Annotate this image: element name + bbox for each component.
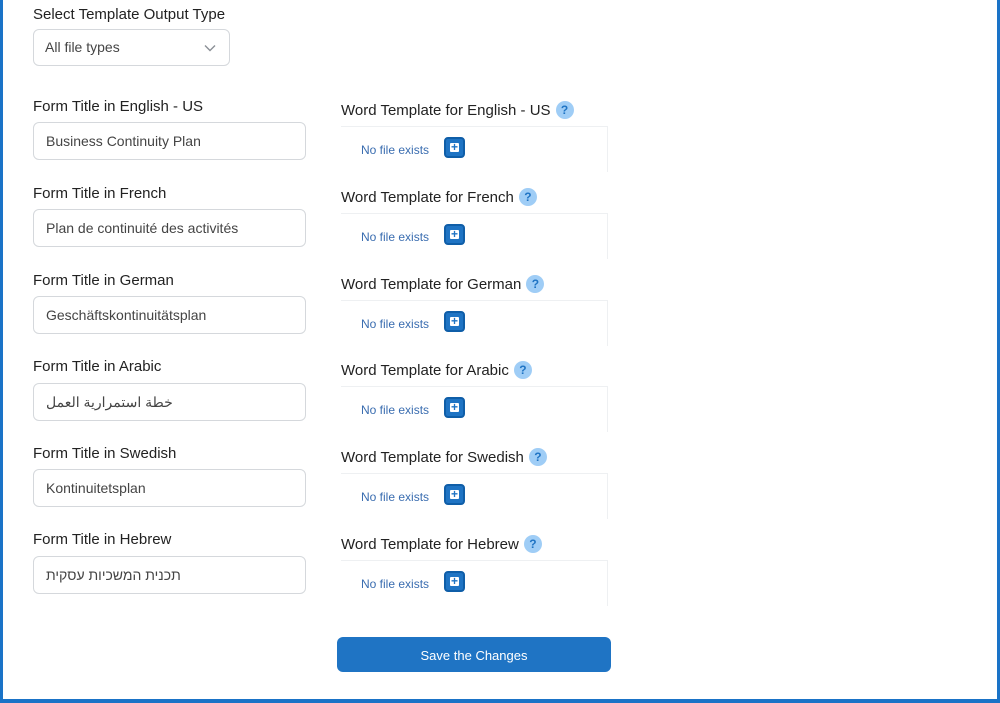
chevron-down-icon [204, 45, 216, 52]
help-icon[interactable]: ? [528, 448, 547, 466]
plus-icon: + [450, 140, 458, 154]
file-status: No file exists [361, 577, 430, 591]
add-file-button[interactable]: + [444, 571, 465, 592]
title-input-arabic[interactable]: خطة استمرارية العمل [33, 383, 306, 421]
add-file-button[interactable]: + [444, 484, 465, 505]
add-file-button[interactable]: + [444, 224, 465, 245]
file-status: No file exists [361, 317, 430, 331]
add-file-button[interactable]: + [444, 311, 465, 332]
word-label-french: Word Template for French ? [341, 188, 537, 206]
title-label-swedish: Form Title in Swedish [33, 445, 177, 462]
help-icon[interactable]: ? [526, 275, 545, 293]
output-type-value: All file types [45, 39, 120, 55]
word-label-swedish: Word Template for Swedish ? [341, 448, 547, 466]
file-status: No file exists [361, 143, 430, 157]
word-label-english-us: Word Template for English - US ? [341, 101, 574, 119]
add-file-button[interactable]: + [444, 137, 465, 158]
word-label-arabic: Word Template for Arabic ? [341, 361, 532, 379]
plus-icon: + [450, 314, 458, 328]
file-status: No file exists [361, 230, 430, 244]
title-label-arabic: Form Title in Arabic [33, 358, 162, 375]
file-status: No file exists [361, 490, 430, 504]
title-input-german[interactable]: Geschäftskontinuitätsplan [33, 296, 306, 334]
save-changes-button[interactable]: Save the Changes [337, 637, 611, 672]
plus-icon: + [450, 574, 458, 588]
title-input-hebrew[interactable]: תכנית המשכיות עסקית [33, 556, 306, 594]
help-icon[interactable]: ? [518, 188, 537, 206]
title-label-german: Form Title in German [33, 272, 174, 289]
word-label-german: Word Template for German ? [341, 275, 545, 293]
help-icon[interactable]: ? [523, 535, 542, 553]
help-icon[interactable]: ? [513, 361, 532, 379]
add-file-button[interactable]: + [444, 397, 465, 418]
title-label-hebrew: Form Title in Hebrew [33, 531, 172, 548]
output-type-label: Select Template Output Type [33, 6, 226, 23]
word-upload-french: No file exists + [341, 213, 608, 259]
plus-icon: + [450, 400, 458, 414]
title-label-french: Form Title in French [33, 185, 167, 202]
output-type-select[interactable]: All file types [33, 29, 230, 66]
word-upload-english-us: No file exists + [341, 126, 608, 172]
title-label-english-us: Form Title in English - US [33, 98, 204, 115]
title-input-english-us[interactable]: Business Continuity Plan [33, 122, 306, 160]
word-label-hebrew: Word Template for Hebrew ? [341, 535, 542, 553]
word-upload-swedish: No file exists + [341, 473, 608, 519]
title-input-swedish[interactable]: Kontinuitetsplan [33, 469, 306, 507]
help-icon[interactable]: ? [555, 101, 574, 119]
plus-icon: + [450, 227, 458, 241]
title-input-french[interactable]: Plan de continuité des activités [33, 209, 306, 247]
word-upload-arabic: No file exists + [341, 386, 608, 432]
plus-icon: + [450, 487, 458, 501]
file-status: No file exists [361, 403, 430, 417]
word-upload-hebrew: No file exists + [341, 560, 608, 606]
word-upload-german: No file exists + [341, 300, 608, 346]
